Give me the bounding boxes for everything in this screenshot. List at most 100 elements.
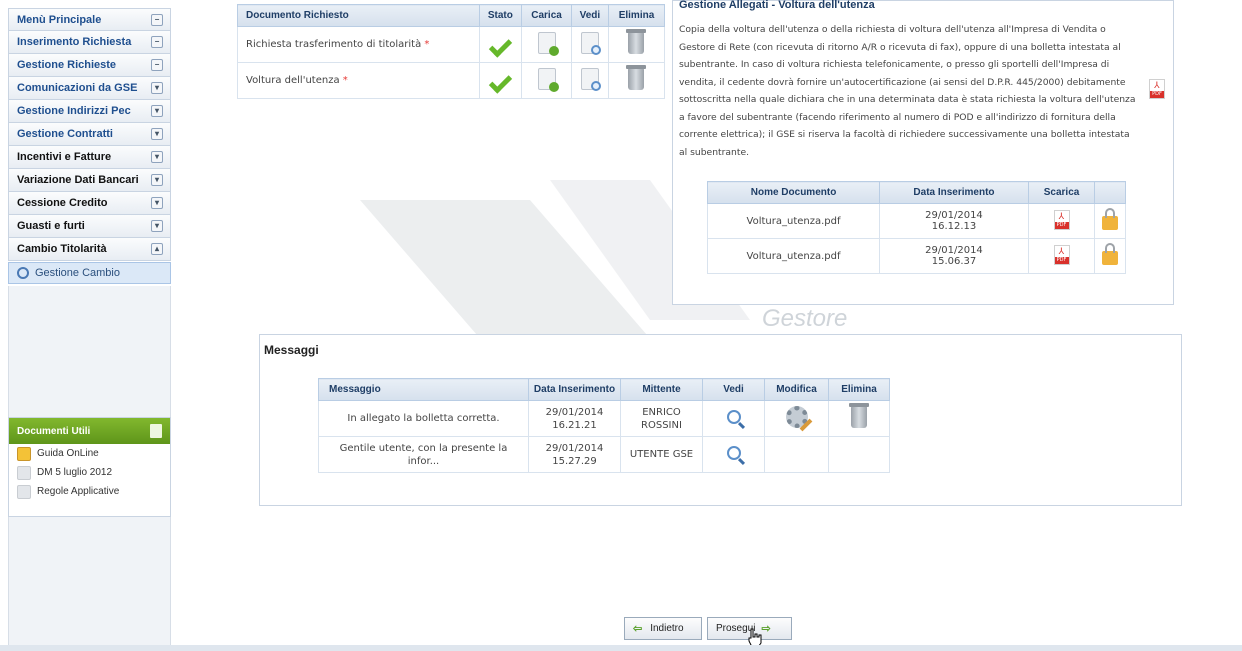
sidebar-item-cessione-credito[interactable]: Cessione Credito ▾ <box>8 192 171 215</box>
trash-icon[interactable] <box>626 29 647 54</box>
message-text-line: infor... <box>407 455 440 467</box>
expand-toggle-icon[interactable]: ▾ <box>151 82 163 94</box>
trash-icon[interactable] <box>849 402 869 428</box>
document-name: Voltura dell'utenza * <box>237 62 480 99</box>
view-cell <box>570 26 609 63</box>
required-documents-table: Documento Richiesto Stato Carica Vedi El… <box>237 4 666 99</box>
sidebar-subitem-label: Gestione Cambio <box>35 267 120 279</box>
table-row: Gentile utente, con la presente la infor.… <box>318 436 890 473</box>
time-text: 16.12.13 <box>931 221 977 232</box>
expand-toggle-icon[interactable]: ▾ <box>151 128 163 140</box>
magnifier-icon[interactable] <box>726 445 741 460</box>
collapse-toggle-icon[interactable]: − <box>151 59 163 71</box>
view-file-icon[interactable] <box>580 32 601 55</box>
magnifier-icon[interactable] <box>726 409 741 424</box>
status-cell <box>478 62 523 99</box>
edit-cell <box>764 436 829 473</box>
sidebar-item-menu-principale[interactable]: Menù Principale − <box>8 8 171 31</box>
docs-link-guida-online[interactable]: Guida OnLine <box>9 444 170 463</box>
lock-cell <box>1094 238 1126 274</box>
lock-cell <box>1094 203 1126 239</box>
column-header: Mittente <box>620 378 703 401</box>
bottom-bar <box>0 645 1242 651</box>
delete-cell <box>607 26 666 63</box>
sidebar-item-incentivi-fatture[interactable]: Incentivi e Fatture ▾ <box>8 146 171 169</box>
column-header: Elimina <box>607 4 666 27</box>
gear-edit-icon[interactable] <box>785 405 808 428</box>
checkmark-icon <box>488 34 512 52</box>
pdf-label: PDF <box>1054 221 1069 229</box>
table-row: Voltura dell'utenza * <box>237 62 666 99</box>
column-header: Carica <box>521 4 572 27</box>
upload-file-icon[interactable] <box>537 32 559 56</box>
pdf-download-icon[interactable]: ⅄ PDF <box>1053 244 1070 265</box>
expand-toggle-icon[interactable]: ▾ <box>151 151 163 163</box>
sidebar-item-label: Variazione Dati Bancari <box>17 174 139 186</box>
documenti-utili-header: Documenti Utili <box>9 418 170 444</box>
magnifier-badge-icon <box>590 81 601 91</box>
sidebar-background <box>8 286 171 417</box>
document-icon <box>17 465 31 480</box>
view-cell <box>702 400 765 437</box>
required-marker: * <box>342 75 348 86</box>
table-row: Voltura_utenza.pdf 29/01/2014 16.12.13 ⅄ P… <box>706 203 1126 239</box>
document-name: Richiesta trasferimento di titolarità * <box>237 26 480 63</box>
pdf-download-icon[interactable]: ⅄ PDF <box>1053 209 1070 230</box>
lock-icon[interactable] <box>1102 242 1119 265</box>
column-header: Data Inserimento <box>879 181 1029 204</box>
sidebar-item-label: Comunicazioni da GSE <box>17 82 138 94</box>
pdf-icon[interactable]: ⅄ PDF <box>1149 79 1165 99</box>
collapse-toggle-icon[interactable]: − <box>151 14 163 26</box>
pdf-label: PDF <box>1054 256 1069 264</box>
checkmark-icon <box>488 70 512 88</box>
column-header: Stato <box>478 4 523 27</box>
sidebar-menu: Menù Principale − Inserimento Richiesta − … <box>8 8 171 285</box>
sidebar-item-comunicazioni-gse[interactable]: Comunicazioni da GSE ▾ <box>8 77 171 100</box>
sidebar-item-guasti-furti[interactable]: Guasti e furti ▾ <box>8 215 171 238</box>
panel-icon <box>150 424 162 438</box>
sidebar-item-gestione-richieste[interactable]: Gestione Richieste − <box>8 54 171 77</box>
upload-file-icon[interactable] <box>537 68 559 92</box>
sidebar-item-cambio-titolarita[interactable]: Cambio Titolarità ▴ <box>8 238 171 261</box>
back-button[interactable]: ⇦ Indietro <box>624 617 702 640</box>
documenti-utili-panel: Documenti Utili Guida OnLine DM 5 luglio… <box>8 417 171 517</box>
gestione-allegati-panel: Gestione Allegati - Voltura dell'utenza … <box>672 0 1174 305</box>
column-header: Vedi <box>570 4 609 27</box>
watermark-text: Gestore <box>762 305 848 332</box>
attachments-table: Nome Documento Data Inserimento Scarica … <box>706 181 1126 274</box>
lock-icon[interactable] <box>1102 207 1119 230</box>
upload-cell <box>521 26 572 63</box>
sidebar-item-gestione-contratti[interactable]: Gestione Contratti ▾ <box>8 123 171 146</box>
delete-cell <box>828 436 890 473</box>
sender: UTENTE GSE <box>620 436 703 473</box>
message-text-line: Gentile utente, con la presente la <box>339 442 508 454</box>
download-cell: ⅄ PDF <box>1027 203 1096 239</box>
column-header: Modifica <box>764 378 829 401</box>
sidebar-item-gestione-pec[interactable]: Gestione Indirizzi Pec ▾ <box>8 100 171 123</box>
upload-badge-icon <box>548 82 559 92</box>
insert-date: 29/01/2014 16.21.21 <box>528 400 621 437</box>
time-text: 16.21.21 <box>552 419 597 431</box>
sidebar-subitem-gestione-cambio[interactable]: Gestione Cambio <box>8 262 171 284</box>
collapse-toggle-icon[interactable]: − <box>151 36 163 48</box>
sidebar-item-variazione-dati-bancari[interactable]: Variazione Dati Bancari ▾ <box>8 169 171 192</box>
expand-toggle-icon[interactable]: ▾ <box>151 174 163 186</box>
expand-toggle-icon[interactable]: ▾ <box>151 197 163 209</box>
pdf-label: PDF <box>1150 91 1164 98</box>
sender-text: ROSSINI <box>641 419 682 431</box>
search-icon <box>17 267 29 279</box>
expand-toggle-icon[interactable]: ▾ <box>151 220 163 232</box>
sidebar-item-inserimento-richiesta[interactable]: Inserimento Richiesta − <box>8 31 171 54</box>
view-file-icon[interactable] <box>580 68 601 91</box>
allegati-description: Copia della voltura dell'utenza o della … <box>679 24 1136 158</box>
file-name: Voltura_utenza.pdf <box>706 203 881 239</box>
trash-icon[interactable] <box>626 65 647 90</box>
expand-toggle-icon[interactable]: ▾ <box>151 105 163 117</box>
magnifier-badge-icon <box>590 45 601 55</box>
docs-link-regole-applicative[interactable]: Regole Applicative <box>9 482 170 501</box>
allegati-title: Gestione Allegati - Voltura dell'utenza <box>679 0 875 11</box>
docs-link-label: Guida OnLine <box>37 448 99 459</box>
collapse-toggle-icon[interactable]: ▴ <box>151 243 163 255</box>
sender-text: ENRICO <box>642 406 681 418</box>
docs-link-dm-5-luglio[interactable]: DM 5 luglio 2012 <box>9 463 170 482</box>
